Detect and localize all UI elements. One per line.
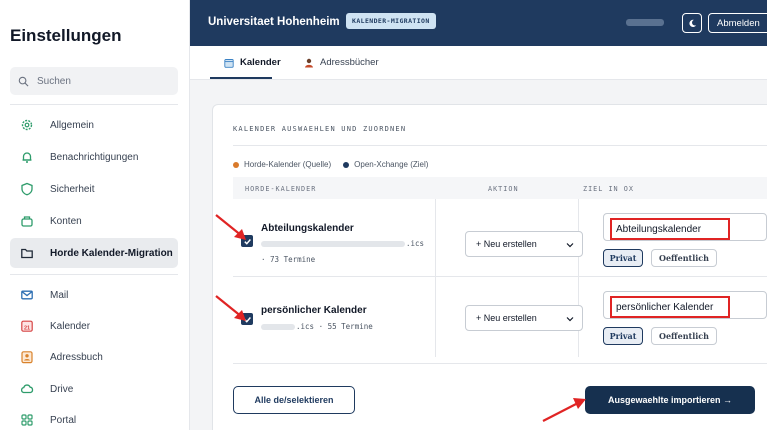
chevron-down-icon [566,243,574,248]
table-row: Abteilungskalender .ics · 73 Termine + N… [233,199,767,277]
column-header-action: AKTION [488,185,519,193]
migration-card: KALENDER AUSWAEHLEN UND ZUORDNEN Horde-K… [212,104,767,430]
sidebar-item-label: Sicherheit [50,183,95,195]
tab-adressbuecher[interactable]: Adressbücher [304,57,379,68]
moon-icon [688,19,696,27]
app-header: Universitaet Hohenheim KALENDER-MIGRATIO… [190,0,767,46]
gear-icon [16,114,38,136]
calendar-name: persönlicher Kalender [261,305,367,316]
mail-icon [16,284,38,306]
target-name-input[interactable]: Abteilungskalender [603,213,767,241]
legend-target: Open-Xchange (Ziel) [354,160,429,169]
import-button[interactable]: Ausgewaehlte importieren → [585,386,755,414]
sidebar-item-benachrichtigungen[interactable]: Benachrichtigungen [10,142,178,172]
sidebar-item-sicherheit[interactable]: Sicherheit [10,174,178,204]
sidebar-item-label: Portal [50,414,77,426]
legend-source: Horde-Kalender (Quelle) [244,160,332,169]
calendar-icon: 21 [16,315,38,337]
addressbook-icon [16,346,38,368]
sidebar-item-konten[interactable]: Konten [10,206,178,236]
filename-redacted [261,240,405,247]
privat-toggle[interactable]: Privat [603,327,643,345]
grid-icon [16,409,38,430]
calendar-file: .ics · 55 Termine [261,322,373,331]
chevron-down-icon [566,317,574,322]
sidebar-item-label: Drive [50,383,74,395]
sidebar-item-label: Konten [50,215,82,227]
filename-redacted [261,323,295,330]
action-select-value: + Neu erstellen [476,313,537,323]
target-name-input[interactable]: persönlicher Kalender [603,291,767,319]
theme-toggle-button[interactable] [682,13,702,33]
legend: Horde-Kalender (Quelle) Open-Xchange (Zi… [233,160,428,169]
logout-button[interactable]: Abmelden [708,13,767,33]
active-tab-indicator [210,77,272,79]
sidebar-item-label: Horde Kalender-Migration [50,247,173,259]
source-dot-icon [233,161,239,168]
select-all-button[interactable]: Alle de/selektieren [233,386,355,414]
file-extension: .ics [406,239,425,248]
oeffentlich-toggle[interactable]: Oeffentlich [651,327,717,345]
search-placeholder: Suchen [37,75,71,87]
sidebar-item-label: Allgemein [50,119,94,131]
card-divider [233,145,767,146]
action-select[interactable]: + Neu erstellen [465,305,583,331]
event-count: · 73 Termine [261,255,316,264]
sidebar-divider [10,274,178,275]
sidebar-item-adressbuch[interactable]: Adressbuch [10,342,178,372]
settings-sidebar: Einstellungen Suchen Allgemein Benachric… [0,0,190,430]
action-select[interactable]: + Neu erstellen [465,231,583,257]
action-select-value: + Neu erstellen [476,239,537,249]
brand-title: Universitaet Hohenheim [208,16,340,28]
cloud-icon [16,378,38,400]
sidebar-item-label: Adressbuch [50,351,103,363]
calendar-name: Abteilungskalender [261,223,354,234]
user-name-redacted [626,19,664,26]
sidebar-item-portal[interactable]: Portal [10,405,178,430]
sidebar-title: Einstellungen [10,26,122,45]
oeffentlich-toggle[interactable]: Oeffentlich [651,249,717,267]
card-title: KALENDER AUSWAEHLEN UND ZUORDNEN [233,125,407,133]
annotation-arrow-icon [215,295,246,321]
sidebar-divider [10,104,178,105]
annotation-arrow-icon [215,214,246,240]
tab-label: Kalender [240,57,281,68]
svg-text:21: 21 [24,325,30,331]
target-name-value: Abteilungskalender [610,218,730,240]
sidebar-item-label: Mail [50,289,69,301]
file-extension: .ics · 55 Termine [296,322,373,331]
sidebar-item-label: Benachrichtigungen [50,151,139,163]
calendar-file: .ics [261,239,424,248]
shield-icon [16,178,38,200]
module-badge: KALENDER-MIGRATION [346,13,436,29]
target-dot-icon [343,161,350,168]
sidebar-item-allgemein[interactable]: Allgemein [10,110,178,140]
privat-toggle[interactable]: Privat [603,249,643,267]
tab-kalender[interactable]: Kalender [224,57,281,68]
footer-divider [233,363,767,364]
accounts-icon [16,210,38,232]
table-header: HORDE-KALENDER AKTION ZIEL IN OX [233,177,767,199]
person-icon [305,58,313,67]
calendar-icon [224,58,234,68]
search-icon [18,76,29,86]
sidebar-item-label: Kalender [50,320,91,332]
tab-label: Adressbücher [320,57,379,68]
search-input[interactable]: Suchen [10,67,178,95]
column-header-horde: HORDE-KALENDER [245,185,317,193]
table-row: persönlicher Kalender .ics · 55 Termine … [233,277,767,357]
column-header-target: ZIEL IN OX [583,185,634,193]
sidebar-item-mail[interactable]: Mail [10,280,178,310]
sidebar-item-horde-migration[interactable]: Horde Kalender-Migration [10,238,178,268]
tab-bar: Kalender Adressbücher [190,46,767,80]
sidebar-item-kalender[interactable]: 21 Kalender [10,311,178,341]
bell-icon [16,146,38,168]
annotation-arrow-icon [542,398,586,422]
sidebar-item-drive[interactable]: Drive [10,374,178,404]
folder-icon [16,242,38,264]
target-name-value: persönlicher Kalender [610,296,730,318]
